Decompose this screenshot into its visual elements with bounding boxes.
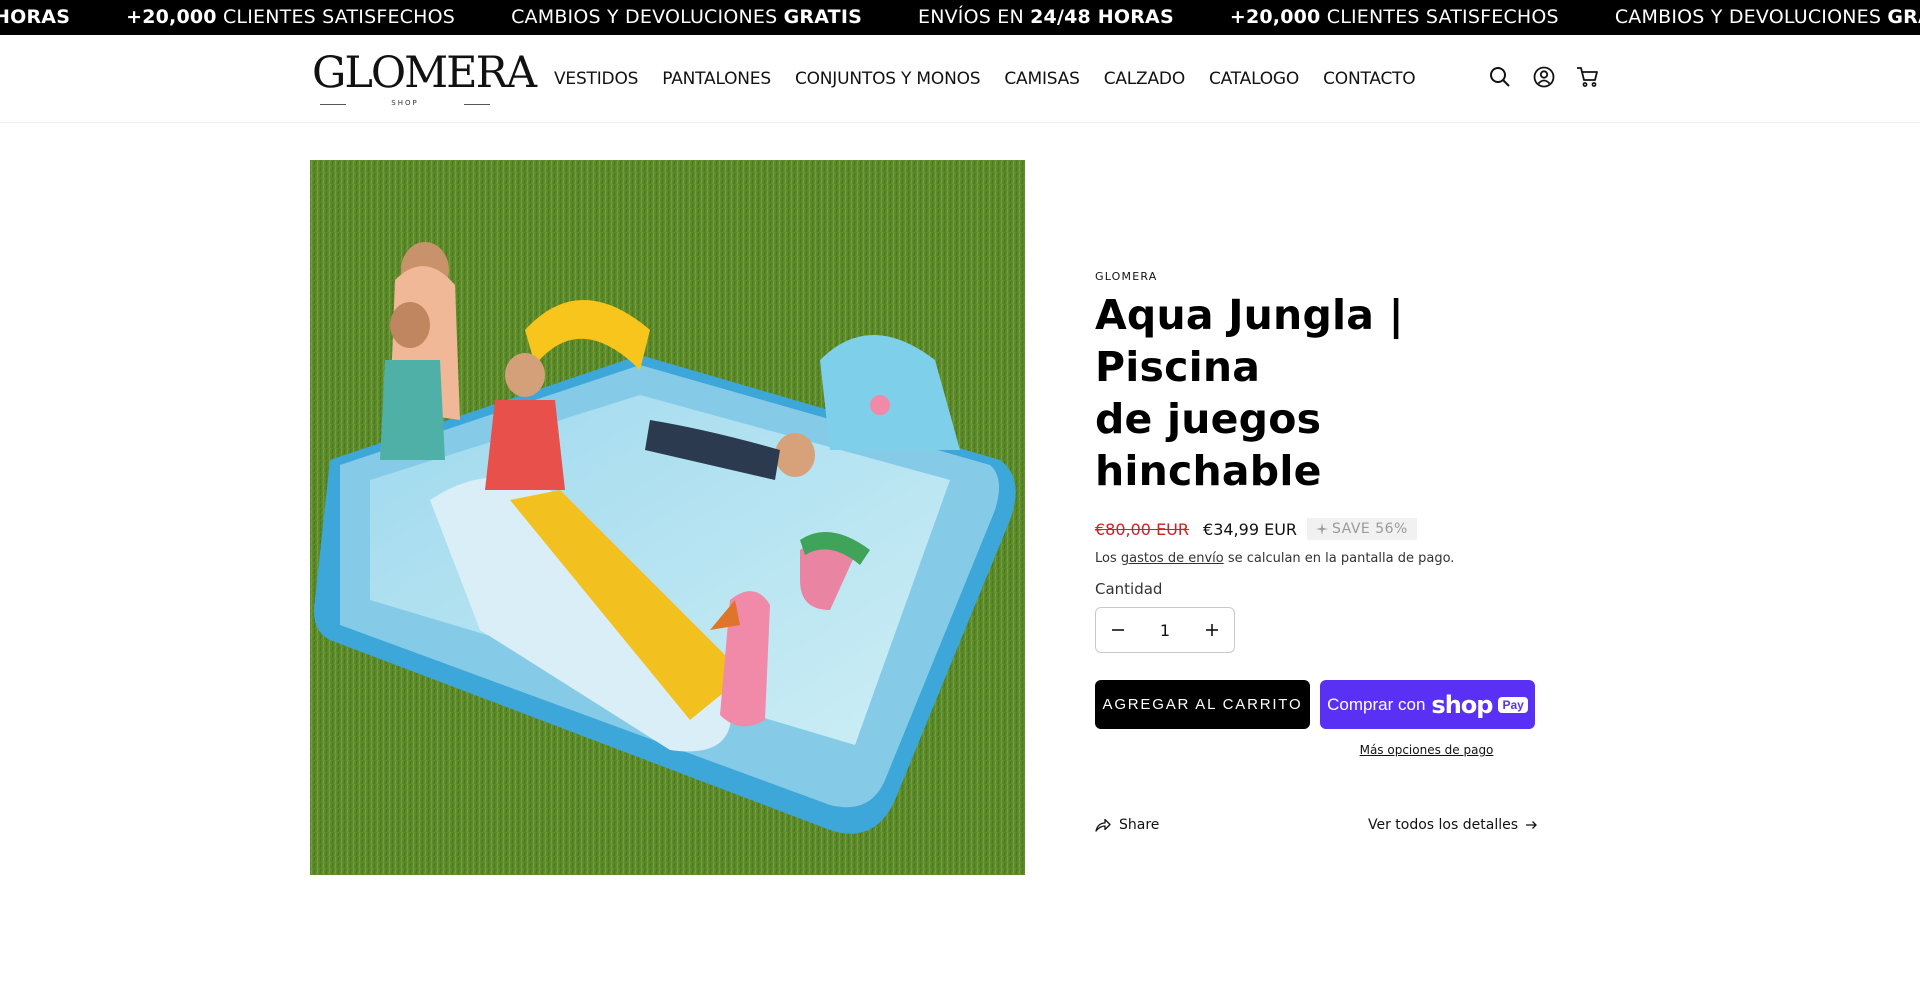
compare-at-price: €80,00 EUR [1095,519,1190,539]
product-info: GLOMERA Aqua Jungla | Piscina de juegos … [1095,270,1545,833]
shop-pay-button[interactable]: Comprar con shop Pay [1320,680,1535,729]
nav-item-contacto[interactable]: CONTACTO [1323,69,1416,89]
announcement-highlight: GRATIS [783,6,862,28]
site-header: GLOMERA SHOP VESTIDOS PANTALONES CONJUNTOS… [0,35,1920,123]
announcement-suffix: CLIENTES SATISFECHOS [1320,6,1559,28]
nav-item-catalogo[interactable]: CATALOGO [1209,69,1299,89]
save-badge-text: SAVE 56% [1332,521,1408,537]
shipping-policy-link[interactable]: gastos de envío [1121,551,1224,566]
announcement-suffix: CLIENTES SATISFECHOS [216,6,456,28]
nav-item-pantalones[interactable]: PANTALONES [662,69,771,89]
shipping-note: Los gastos de envío se calculan en la pa… [1095,551,1545,566]
sale-price: €34,99 EUR [1203,519,1298,539]
product-image[interactable] [310,160,1025,875]
add-to-cart-button[interactable]: AGREGAR AL CARRITO [1095,680,1310,729]
product-footer-actions: Share Ver todos los detalles [1095,817,1538,833]
nav-item-camisas[interactable]: CAMISAS [1004,69,1080,89]
arrow-right-icon [1526,821,1537,829]
view-details-link[interactable]: Ver todos los detalles [1368,817,1538,833]
sparkle-icon [1316,523,1329,535]
main-nav: VESTIDOS PANTALONES CONJUNTOS Y MONOS CAMIS… [554,35,1440,123]
logo-divider-right [464,104,490,105]
product-vendor: GLOMERA [1095,270,1158,283]
announcement-item: ENVÍOS EN 24/48 HORAS [918,0,1174,35]
announcement-item: CAMBIOS Y DEVOLUCIONES GRATIS [511,0,862,35]
quantity-input[interactable]: 1 [1145,621,1185,640]
header-icons [1488,65,1600,89]
account-icon[interactable] [1532,65,1556,89]
shop-pay-prefix: Comprar con [1327,694,1426,714]
shop-pay-logo-pill: Pay [1498,696,1528,713]
announcement-prefix: ENVÍOS EN [917,6,1031,28]
quantity-label: Cantidad [1095,580,1163,598]
save-badge: SAVE 56% [1307,518,1417,540]
announcement-item: CAMBIOS Y DEVOLUCIONES GRATIS [1615,0,1920,35]
share-label: Share [1119,817,1160,833]
product-title: Aqua Jungla | Piscina de juegos hinchabl… [1095,289,1545,497]
minus-icon [1112,629,1124,631]
announcement-highlight: 24/48 HORAS [1030,6,1174,28]
announcement-bar: HORAS +20,000 CLIENTES SATISFECHOS CAMBIOS… [0,0,1920,35]
shipping-text-post: se calculan en la pantalla de pago. [1223,551,1455,566]
product-photo-illustration [310,160,1025,875]
announcement-highlight: HORAS [0,6,71,28]
product-title-line-2: de juegos hinchable [1095,395,1322,495]
buy-buttons: AGREGAR AL CARRITO Comprar con shop Pay [1095,680,1545,729]
announcement-prefix: CAMBIOS Y DEVOLUCIONES [1614,6,1888,28]
announcement-item: HORAS [0,0,70,35]
nav-item-vestidos[interactable]: VESTIDOS [554,69,638,89]
search-icon[interactable] [1488,65,1512,89]
more-payment-options-link[interactable]: Más opciones de pago [1319,743,1534,757]
logo-wordmark: GLOMERA [312,48,537,98]
product-title-line-1: Aqua Jungla | Piscina [1095,291,1404,391]
quantity-increase-button[interactable] [1190,608,1234,652]
announcement-item: +20,000 CLIENTES SATISFECHOS [126,0,455,35]
quantity-stepper: 1 [1095,607,1235,653]
view-details-label: Ver todos los detalles [1367,817,1518,833]
share-icon [1095,818,1111,832]
share-button[interactable]: Share [1095,817,1159,833]
announcement-highlight: +20,000 [126,6,217,28]
shipping-text-pre: Los [1095,551,1121,566]
logo-subtitle: SHOP [391,99,419,107]
nav-item-conjuntos-y-monos[interactable]: CONJUNTOS Y MONOS [795,69,981,89]
plus-icon [1206,624,1218,636]
store-logo[interactable]: GLOMERA SHOP [312,48,537,113]
announcement-item: +20,000 CLIENTES SATISFECHOS [1230,0,1559,35]
announcement-highlight: GRATIS [1887,6,1920,28]
nav-item-calzado[interactable]: CALZADO [1104,69,1186,89]
announcement-track: HORAS +20,000 CLIENTES SATISFECHOS CAMBIOS… [0,0,1920,35]
cart-icon[interactable] [1576,65,1600,89]
announcement-highlight: +20,000 [1229,6,1321,28]
announcement-prefix: CAMBIOS Y DEVOLUCIONES [511,6,784,28]
price-row: €80,00 EUR €34,99 EUR SAVE 56% [1095,517,1545,541]
quantity-decrease-button[interactable] [1096,608,1140,652]
shop-pay-logo-word: shop [1431,690,1493,719]
